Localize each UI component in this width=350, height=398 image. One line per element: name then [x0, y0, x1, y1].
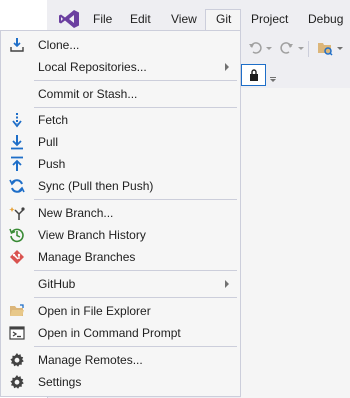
lock-toggle[interactable]: [241, 64, 266, 86]
menu-item-manage-branches[interactable]: Manage Branches: [1, 246, 240, 268]
undo-dropdown-icon[interactable]: [266, 47, 272, 50]
menu-item-manage-branches-label: Manage Branches: [38, 250, 136, 264]
menu-item-settings-label: Settings: [38, 375, 82, 389]
menu-item-push[interactable]: Push: [1, 153, 240, 175]
toolbar: [241, 36, 350, 62]
terminal-icon: [9, 326, 25, 340]
undo-icon[interactable]: [247, 40, 263, 56]
menu-separator: [34, 107, 237, 108]
menu-file[interactable]: File: [93, 11, 112, 27]
editor-area: [241, 88, 350, 398]
menu-git[interactable]: Git: [205, 9, 241, 31]
menu-item-view-branch-history[interactable]: View Branch History: [1, 224, 240, 246]
menu-separator: [34, 346, 237, 347]
menu-item-local-repositories[interactable]: Local Repositories...: [1, 56, 240, 78]
menu-view[interactable]: View: [171, 11, 197, 27]
push-icon: [11, 156, 23, 171]
menu-item-local-repositories-label: Local Repositories...: [38, 60, 147, 74]
menu-item-manage-remotes[interactable]: Manage Remotes...: [1, 349, 240, 371]
find-dropdown-icon[interactable]: [337, 47, 343, 50]
menu-item-fetch[interactable]: Fetch: [1, 109, 240, 131]
redo-icon[interactable]: [279, 40, 295, 56]
gear-icon: [10, 353, 24, 367]
submenu-arrow-icon: [225, 63, 229, 71]
overflow-dropdown-icon[interactable]: [270, 79, 276, 82]
menu-item-clone-label: Clone...: [38, 38, 80, 52]
gear-icon: [10, 375, 24, 389]
new-branch-icon: [9, 207, 25, 220]
menu-separator: [34, 199, 237, 200]
menu-git-label: Git: [216, 12, 232, 26]
menu-item-sync-label: Sync (Pull then Push): [38, 179, 154, 193]
menu-separator: [34, 80, 237, 81]
redo-dropdown-icon[interactable]: [298, 47, 304, 50]
menu-item-fetch-label: Fetch: [38, 113, 69, 127]
clone-icon: [10, 38, 24, 52]
menu-item-open-in-file-explorer-label: Open in File Explorer: [38, 304, 151, 318]
git-menu: Clone... Local Repositories... Commit or…: [0, 30, 241, 397]
menu-item-open-in-command-prompt[interactable]: Open in Command Prompt: [1, 322, 240, 344]
find-in-files-icon[interactable]: [317, 40, 333, 56]
menu-item-github-label: GitHub: [38, 277, 76, 291]
menu-item-pull[interactable]: Pull: [1, 131, 240, 153]
visual-studio-logo-icon: [59, 10, 79, 28]
menu-item-new-branch-label: New Branch...: [38, 206, 114, 220]
menu-item-clone[interactable]: Clone...: [1, 34, 240, 56]
menu-item-sync[interactable]: Sync (Pull then Push): [1, 175, 240, 197]
menu-edit[interactable]: Edit: [130, 11, 151, 27]
menu-item-commit-or-stash-label: Commit or Stash...: [38, 87, 138, 101]
menu-item-pull-label: Pull: [38, 135, 59, 149]
menu-project[interactable]: Project: [251, 11, 288, 27]
manage-branches-icon: [10, 250, 24, 264]
menu-item-github[interactable]: GitHub: [1, 273, 240, 295]
toolbar-separator: [308, 41, 309, 57]
folder-icon: [10, 304, 24, 316]
overflow-bar: [270, 77, 276, 78]
menu-item-manage-remotes-label: Manage Remotes...: [38, 353, 143, 367]
menu-separator: [34, 297, 237, 298]
sync-icon: [9, 179, 25, 193]
submenu-arrow-icon: [225, 280, 229, 288]
menu-item-new-branch[interactable]: New Branch...: [1, 202, 240, 224]
menu-item-settings[interactable]: Settings: [1, 371, 240, 393]
menu-item-open-in-command-prompt-label: Open in Command Prompt: [38, 326, 181, 340]
lock-icon: [250, 69, 258, 81]
menu-separator: [34, 270, 237, 271]
menu-item-push-label: Push: [38, 157, 66, 171]
menu-item-commit-or-stash[interactable]: Commit or Stash...: [1, 83, 240, 105]
menu-debug[interactable]: Debug: [308, 11, 343, 27]
pull-icon: [11, 135, 23, 150]
history-icon: [9, 228, 24, 243]
fetch-icon: [12, 113, 22, 128]
menu-item-view-branch-history-label: View Branch History: [38, 228, 146, 242]
menu-item-open-in-file-explorer[interactable]: Open in File Explorer: [1, 300, 240, 322]
